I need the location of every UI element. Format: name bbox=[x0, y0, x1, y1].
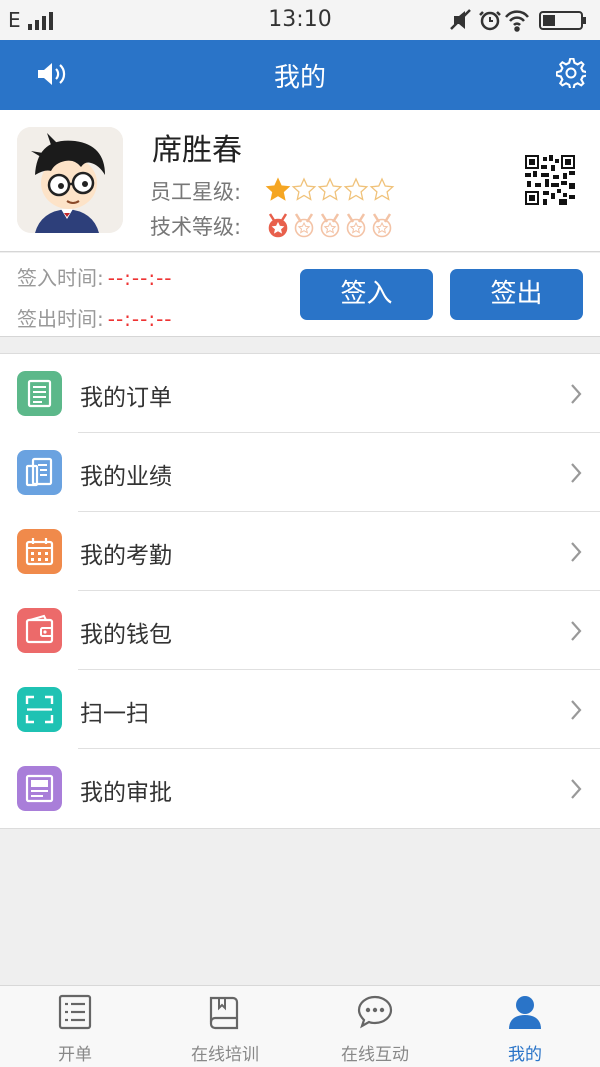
tab-1[interactable]: 在线培训 bbox=[150, 986, 300, 1067]
order-list-icon bbox=[17, 371, 62, 416]
medal-empty-icon bbox=[372, 213, 392, 238]
chevron-right-icon bbox=[571, 542, 582, 562]
medal-empty-icon bbox=[320, 213, 340, 238]
status-bar: E 13:10 bbox=[0, 0, 600, 40]
employee-star-row: 员工星级: bbox=[150, 176, 395, 206]
medal-filled-icon bbox=[268, 213, 288, 238]
employee-star-label: 员工星级: bbox=[150, 180, 242, 204]
menu-item-label: 我的订单 bbox=[80, 385, 172, 411]
chevron-right-icon bbox=[571, 463, 582, 483]
checkout-time-label: 签出时间: bbox=[17, 307, 104, 331]
checkin-time-value: --:--:-- bbox=[107, 266, 173, 290]
mute-icon bbox=[450, 9, 471, 30]
tab-label: 在线培训 bbox=[191, 1045, 259, 1065]
user-name: 席胜春 bbox=[152, 133, 242, 168]
scan-icon bbox=[17, 687, 62, 732]
menu-item[interactable]: 我的订单 bbox=[0, 354, 600, 433]
checkin-section: 签入时间: --:--:-- 签出时间: --:--:-- 签入 签出 bbox=[0, 253, 600, 337]
chat-icon bbox=[356, 994, 394, 1034]
wallet-icon bbox=[17, 608, 62, 653]
menu-item-label: 我的业绩 bbox=[80, 464, 172, 490]
settings-gear-icon[interactable] bbox=[556, 58, 586, 88]
checkout-time-row: 签出时间: --:--:-- bbox=[17, 303, 173, 332]
status-icons bbox=[450, 9, 586, 32]
avatar-cartoon-image bbox=[17, 127, 123, 233]
menu-item-label: 我的考勤 bbox=[80, 543, 172, 569]
tech-level-label: 技术等级: bbox=[150, 215, 242, 239]
profile-card: 席胜春 员工星级: 技术等级: bbox=[0, 110, 600, 252]
menu-item-label: 我的审批 bbox=[80, 780, 172, 806]
header-bar: 我的 bbox=[0, 40, 600, 110]
book-icon bbox=[207, 994, 243, 1034]
star-rating bbox=[265, 177, 395, 203]
medal-empty-icon bbox=[346, 213, 366, 238]
star-empty-icon bbox=[291, 177, 317, 201]
tab-0[interactable]: 开单 bbox=[0, 986, 150, 1067]
medal-empty-icon bbox=[294, 213, 314, 238]
menu-item-label: 扫一扫 bbox=[80, 701, 149, 727]
chevron-right-icon bbox=[571, 779, 582, 799]
menu-list: 我的订单我的业绩我的考勤我的钱包扫一扫我的审批 bbox=[0, 353, 600, 829]
tab-2[interactable]: 在线互动 bbox=[300, 986, 450, 1067]
tech-level-row: 技术等级: bbox=[150, 211, 392, 241]
chevron-right-icon bbox=[571, 384, 582, 404]
calendar-icon bbox=[17, 529, 62, 574]
tab-label: 我的 bbox=[508, 1045, 542, 1065]
menu-item[interactable]: 我的审批 bbox=[0, 749, 600, 828]
alarm-icon bbox=[479, 11, 501, 31]
avatar[interactable] bbox=[17, 127, 123, 233]
star-filled-icon bbox=[265, 177, 291, 201]
menu-item-label: 我的钱包 bbox=[80, 622, 172, 648]
checkin-time-row: 签入时间: --:--:-- bbox=[17, 262, 173, 291]
menu-item[interactable]: 我的考勤 bbox=[0, 512, 600, 591]
approval-icon bbox=[17, 766, 62, 811]
menu-item[interactable]: 我的钱包 bbox=[0, 591, 600, 670]
checkin-time-label: 签入时间: bbox=[17, 266, 104, 290]
user-icon bbox=[507, 994, 543, 1034]
tab-label: 开单 bbox=[58, 1045, 92, 1065]
checkout-time-value: --:--:-- bbox=[107, 307, 173, 331]
list-icon bbox=[57, 994, 93, 1034]
bottom-tab-bar: 开单 在线培训 在线互动 我的 bbox=[0, 985, 600, 1067]
checkin-button[interactable]: 签入 bbox=[300, 269, 433, 320]
tab-3[interactable]: 我的 bbox=[450, 986, 600, 1067]
qr-code-icon[interactable] bbox=[525, 155, 575, 205]
wifi-icon bbox=[505, 10, 529, 32]
star-empty-icon bbox=[317, 177, 343, 201]
performance-icon bbox=[17, 450, 62, 495]
star-empty-icon bbox=[343, 177, 369, 201]
star-empty-icon bbox=[369, 177, 395, 201]
chevron-right-icon bbox=[571, 700, 582, 720]
menu-item[interactable]: 扫一扫 bbox=[0, 670, 600, 749]
battery-icon bbox=[539, 11, 586, 30]
tech-medal-rating bbox=[265, 212, 395, 238]
chevron-right-icon bbox=[571, 621, 582, 641]
tab-label: 在线互动 bbox=[341, 1045, 409, 1065]
page-title: 我的 bbox=[273, 63, 326, 93]
menu-item[interactable]: 我的业绩 bbox=[0, 433, 600, 512]
checkout-button[interactable]: 签出 bbox=[450, 269, 583, 320]
